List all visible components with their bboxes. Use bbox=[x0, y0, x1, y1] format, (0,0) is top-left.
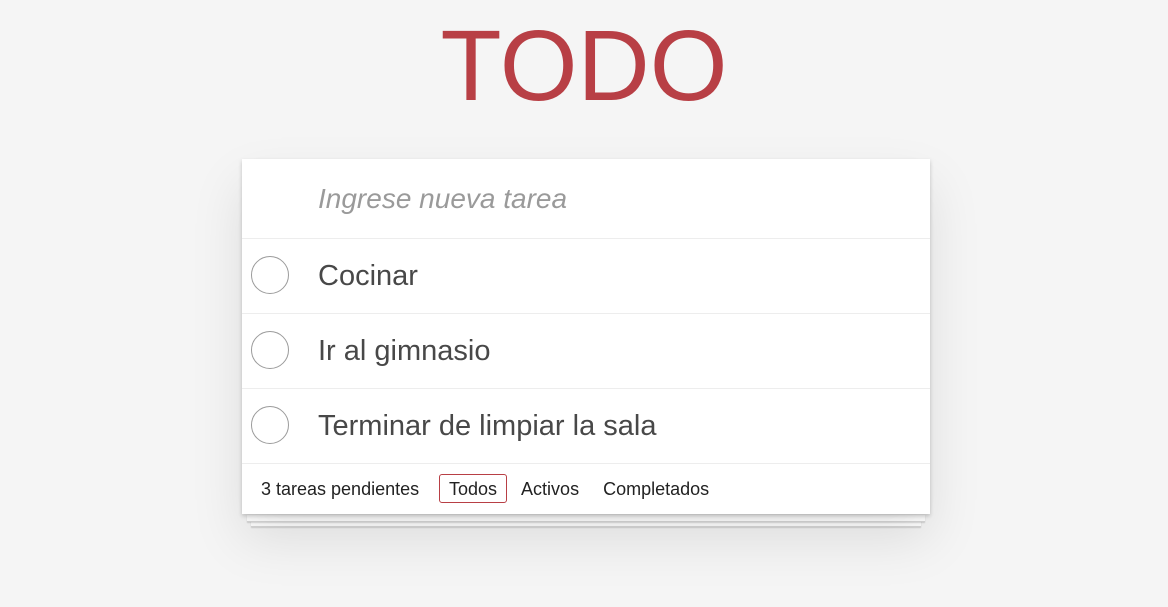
todo-footer: 3 tareas pendientes Todos Activos Comple… bbox=[242, 464, 930, 514]
stack-shadow-layer bbox=[247, 515, 925, 522]
todo-label[interactable]: Cocinar bbox=[318, 239, 418, 313]
todo-label[interactable]: Terminar de limpiar la sala bbox=[318, 389, 656, 463]
todo-label[interactable]: Ir al gimnasio bbox=[318, 314, 490, 388]
filter-completed[interactable]: Completados bbox=[593, 474, 719, 503]
new-todo-input[interactable] bbox=[318, 159, 908, 238]
filter-active[interactable]: Activos bbox=[511, 474, 589, 503]
new-todo-row bbox=[242, 159, 930, 239]
complete-toggle-circle[interactable] bbox=[251, 331, 289, 369]
todo-list: Cocinar Ir al gimnasio Terminar de limpi… bbox=[242, 239, 930, 464]
todo-item: Terminar de limpiar la sala bbox=[242, 389, 930, 464]
complete-toggle-circle[interactable] bbox=[251, 406, 289, 444]
app-title: TODO bbox=[440, 10, 728, 122]
complete-toggle-circle[interactable] bbox=[251, 256, 289, 294]
pending-count: 3 tareas pendientes bbox=[261, 479, 420, 499]
todo-card: Cocinar Ir al gimnasio Terminar de limpi… bbox=[242, 159, 930, 514]
filter-all[interactable]: Todos bbox=[439, 474, 508, 503]
todo-item: Cocinar bbox=[242, 239, 930, 314]
todo-item: Ir al gimnasio bbox=[242, 314, 930, 389]
filter-bar: Todos Activos Completados bbox=[439, 474, 719, 503]
